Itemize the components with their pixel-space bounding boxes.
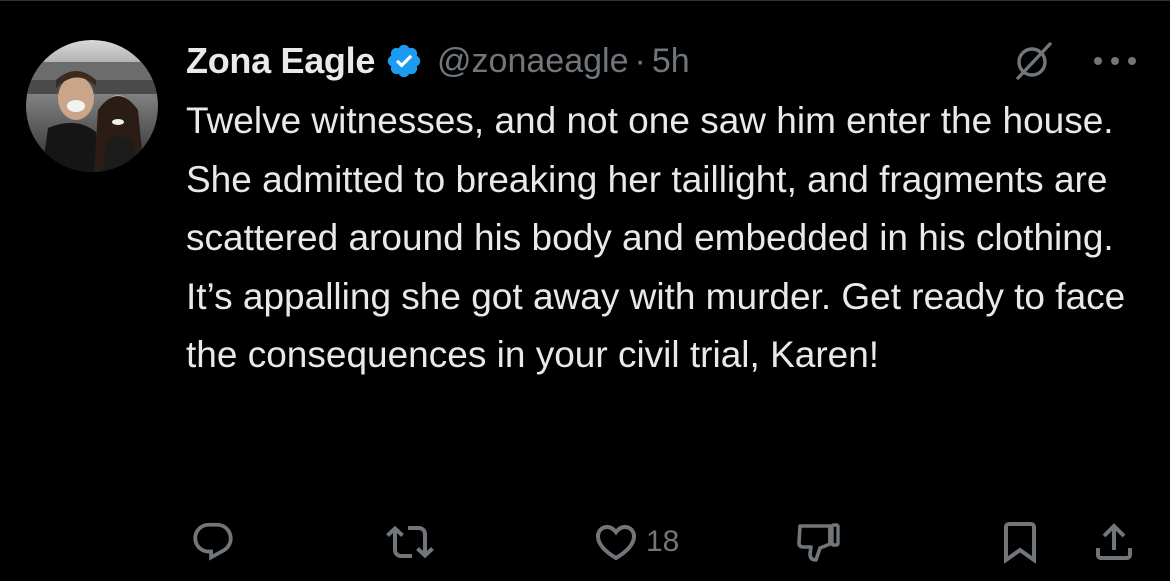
share-icon — [1090, 518, 1138, 566]
dislike-icon — [794, 517, 844, 567]
action-bar: 18 — [0, 512, 1170, 572]
more-icon[interactable] — [1088, 46, 1142, 76]
like-count: 18 — [646, 525, 680, 558]
reply-button[interactable] — [190, 512, 242, 572]
repost-button[interactable] — [386, 512, 440, 572]
avatar[interactable] — [26, 40, 158, 172]
timestamp[interactable]: 5h — [652, 42, 690, 81]
tweet-header: Zona Eagle @zonaeagle · 5h — [186, 36, 690, 86]
separator-dot: · — [634, 41, 646, 80]
grok-icon[interactable] — [1012, 40, 1054, 82]
verified-badge-icon[interactable] — [385, 42, 423, 80]
heart-icon — [592, 518, 640, 566]
reply-icon — [190, 519, 236, 565]
share-button[interactable] — [1090, 512, 1138, 572]
tweet[interactable]: Zona Eagle @zonaeagle · 5h Twelve witnes… — [0, 0, 1170, 581]
handle[interactable]: @zonaeagle — [437, 42, 628, 81]
bookmark-icon — [996, 518, 1044, 566]
dislike-button[interactable] — [794, 512, 850, 572]
tweet-text: Twelve witnesses, and not one saw him en… — [186, 100, 1126, 375]
repost-icon — [386, 518, 434, 566]
display-name[interactable]: Zona Eagle — [186, 40, 375, 82]
bookmark-button[interactable] — [996, 512, 1044, 572]
like-button[interactable]: 18 — [592, 512, 679, 572]
avatar-image — [26, 40, 158, 172]
